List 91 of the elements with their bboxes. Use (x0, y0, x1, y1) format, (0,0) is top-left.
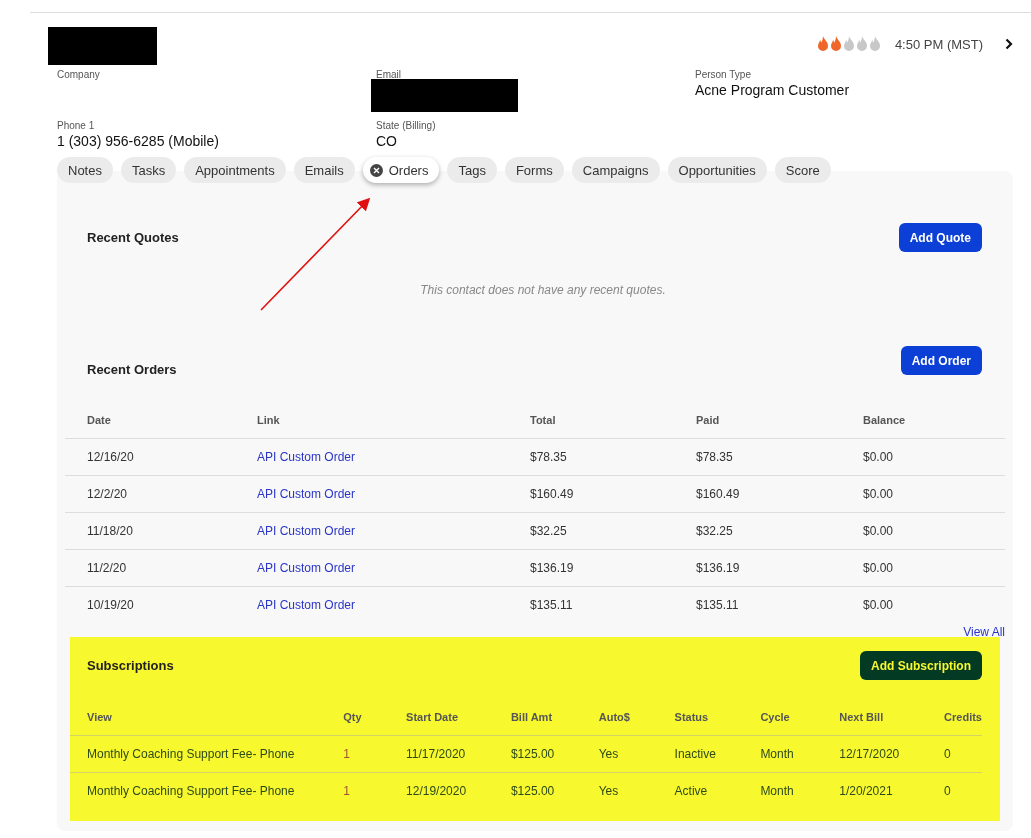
order-link[interactable]: API Custom Order (257, 561, 356, 575)
tab[interactable]: Notes (57, 157, 113, 183)
tab[interactable]: Score (774, 157, 831, 183)
column-header: Balance (863, 401, 1005, 439)
column-header: Paid (696, 401, 863, 439)
column-header: Auto$ (598, 698, 675, 736)
table-cell: $0.00 (863, 512, 1005, 550)
table-cell: 11/17/2020 (406, 735, 511, 773)
add-subscription-button[interactable]: Add Subscription (860, 651, 982, 680)
table-cell: $135.11 (696, 586, 863, 623)
tab[interactable]: Emails (293, 157, 355, 183)
table-cell: 12/19/2020 (406, 772, 511, 809)
flame-icon (868, 36, 881, 52)
table-cell: 12/17/2020 (839, 735, 945, 773)
flame-icon (816, 36, 829, 52)
time-label: 4:50 PM (MST) (894, 36, 983, 52)
tab[interactable]: Tags (447, 157, 497, 183)
table-cell: $125.00 (510, 735, 599, 773)
table-cell: Month (760, 772, 840, 809)
field-label: State (Billing) (376, 120, 437, 131)
close-icon[interactable] (369, 163, 383, 177)
table-cell: Monthly Coaching Support Fee- Phone (70, 772, 344, 809)
column-header: View (70, 698, 344, 736)
order-link[interactable]: API Custom Order (257, 450, 356, 464)
column-header: Link (257, 401, 530, 439)
flame-icon (842, 36, 855, 52)
table-cell: $0.00 (863, 438, 1005, 476)
tab[interactable]: Opportunities (667, 157, 767, 183)
table-cell: 1/20/2021 (839, 772, 945, 809)
flame-icon (829, 36, 842, 52)
table-cell: 12/2/20 (65, 475, 257, 513)
table-cell: 0 (944, 772, 982, 809)
section-title: Recent Orders (87, 362, 177, 377)
tab[interactable]: Forms (504, 157, 564, 183)
column-header: Total (530, 401, 696, 439)
empty-message: This contact does not have any recent quotes. (420, 283, 666, 297)
section-title: Recent Quotes (87, 230, 179, 245)
table-cell: $32.25 (696, 512, 863, 550)
field-label: Person Type (695, 69, 752, 80)
table-cell: 0 (944, 735, 982, 773)
column-header: Bill Amt (510, 698, 599, 736)
tab[interactable]: Tasks (120, 157, 177, 183)
column-header: Credits (944, 698, 982, 736)
table-cell: Active (674, 772, 761, 809)
add-quote-button[interactable]: Add Quote (898, 223, 982, 252)
table-cell: 12/16/20 (65, 438, 257, 476)
table-cell: 1 (343, 772, 407, 809)
order-link[interactable]: API Custom Order (257, 487, 356, 501)
column-header: Date (65, 401, 257, 439)
flame-icon (855, 36, 868, 52)
tab[interactable]: Campaigns (571, 157, 660, 183)
table-cell: $136.19 (530, 549, 696, 587)
field-label: Company (57, 69, 101, 80)
add-order-button[interactable]: Add Order (900, 346, 982, 375)
column-header: Status (674, 698, 761, 736)
column-header: Qty (343, 698, 407, 736)
table-cell: $78.35 (696, 438, 863, 476)
table-cell: $0.00 (863, 586, 1005, 623)
column-header: Next Bill (839, 698, 945, 736)
table-cell: 11/2/20 (65, 549, 257, 587)
table-cell: $78.35 (530, 438, 696, 476)
chevron-right-icon[interactable] (1005, 38, 1013, 50)
section-title: Subscriptions (87, 658, 174, 673)
order-link[interactable]: API Custom Order (257, 598, 356, 612)
table-cell: Yes (598, 772, 675, 809)
table-cell: Monthly Coaching Support Fee- Phone (70, 735, 344, 773)
tab[interactable]: Orders (362, 157, 440, 183)
table-cell: Month (760, 735, 840, 773)
table-cell: 1 (343, 735, 407, 773)
table-cell: 10/19/20 (65, 586, 257, 623)
table-cell: $160.49 (696, 475, 863, 513)
table-cell: Inactive (674, 735, 761, 773)
column-header: Cycle (760, 698, 840, 736)
view-all-link[interactable]: View All (963, 625, 1005, 639)
table-cell: $135.11 (530, 586, 696, 623)
column-header: Start Date (406, 698, 511, 736)
field-value: 1 (303) 956-6285 (Mobile) (57, 133, 220, 149)
field-label: Email (376, 69, 402, 80)
table-cell: 11/18/20 (65, 512, 257, 550)
order-link[interactable]: API Custom Order (257, 524, 356, 538)
table-cell: $125.00 (510, 772, 599, 809)
tab[interactable]: Appointments (184, 157, 286, 183)
field-label: Phone 1 (57, 120, 96, 131)
table-cell: $160.49 (530, 475, 696, 513)
table-cell: $32.25 (530, 512, 696, 550)
table-cell: Yes (598, 735, 675, 773)
table-cell: $0.00 (863, 549, 1005, 587)
field-value: Acne Program Customer (695, 82, 851, 98)
table-cell: $136.19 (696, 549, 863, 587)
table-cell: $0.00 (863, 475, 1005, 513)
field-value: CO (376, 133, 398, 149)
